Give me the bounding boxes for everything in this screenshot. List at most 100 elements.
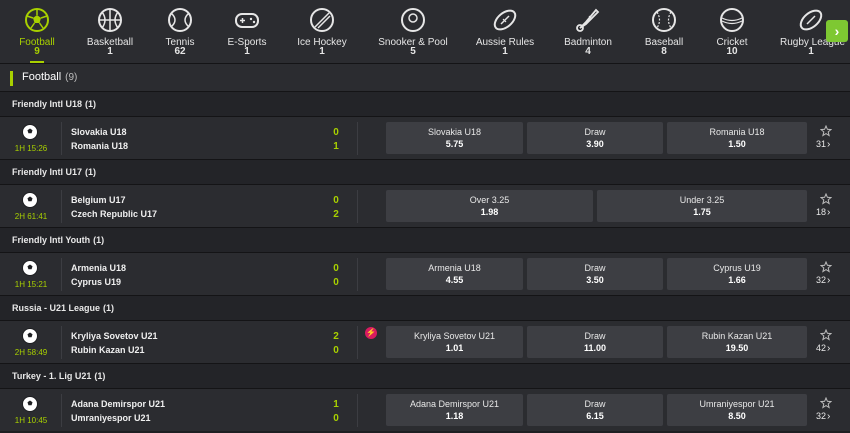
sport-tab-baseball[interactable]: Baseball 8 (638, 0, 690, 63)
sport-tab-count: 9 (34, 46, 40, 57)
sport-tab-aussie-rules[interactable]: Aussie Rules 1 (475, 0, 535, 63)
odds-button-draw[interactable]: Draw 6.15 (527, 394, 663, 426)
more-markets-link[interactable]: 32› (816, 275, 830, 286)
odds-button-home[interactable]: Adana Demirspor U21 1.18 (386, 394, 523, 426)
odds-button-away[interactable]: Rubin Kazan U21 19.50 (667, 326, 807, 358)
home-score: 0 (333, 263, 339, 274)
away-team: Czech Republic U17 (71, 209, 158, 219)
chevron-right-icon: › (827, 343, 831, 354)
home-score: 0 (333, 195, 339, 206)
sport-tab-count: 4 (585, 46, 591, 57)
odds-button-draw[interactable]: Draw 11.00 (527, 326, 663, 358)
away-score: 0 (333, 345, 339, 356)
odds-button-over[interactable]: Over 3.25 1.98 (386, 190, 593, 222)
favorite-star-icon[interactable] (820, 125, 832, 137)
league-name: Friendly Intl U17 (1) (12, 167, 97, 177)
league-header[interactable]: Turkey - 1. Lig U21 (1) (0, 363, 850, 388)
match-clock: 2H 58:49 (14, 348, 48, 357)
odds-button-away[interactable]: Romania U18 1.50 (667, 122, 807, 154)
home-score: 1 (333, 399, 339, 410)
chevron-right-icon: › (834, 23, 840, 39)
snooker-ball-icon (399, 6, 427, 34)
sport-tab-snooker-pool[interactable]: Snooker & Pool 5 (375, 0, 451, 63)
league-header[interactable]: Russia - U21 League (1) (0, 295, 850, 320)
odds-button-away[interactable]: Cyprus U19 1.66 (667, 258, 807, 290)
football-icon (23, 6, 51, 34)
sport-tab-count: 1 (244, 46, 250, 57)
ice-hockey-puck-icon (308, 6, 336, 34)
sport-tab-count: 10 (726, 46, 738, 57)
chevron-right-icon: › (827, 139, 831, 150)
sport-tab-count: 1 (502, 46, 508, 57)
sport-tab-ice-hockey[interactable]: Ice Hockey 1 (292, 0, 352, 63)
next-sports-button[interactable]: › (826, 20, 848, 42)
aussie-rules-ball-icon (491, 6, 519, 34)
divider (357, 326, 358, 359)
match-clock: 1H 15:21 (14, 280, 48, 289)
divider (357, 190, 358, 223)
away-score: 2 (333, 209, 339, 220)
odds-button-home[interactable]: Armenia U18 4.55 (386, 258, 523, 290)
divider (61, 326, 62, 359)
section-title: Football (9) (22, 71, 78, 83)
favorite-star-icon[interactable] (820, 397, 832, 409)
chevron-right-icon: › (827, 207, 831, 218)
league-name: Friendly Intl U18 (1) (12, 99, 97, 109)
favorite-star-icon[interactable] (820, 261, 832, 273)
cricket-ball-icon (718, 6, 746, 34)
shuttlecock-icon (574, 6, 602, 34)
home-team: Belgium U17 (71, 195, 126, 205)
odds-button-home[interactable]: Kryliya Sovetov U21 1.01 (386, 326, 523, 358)
home-team: Kryliya Sovetov U21 (71, 331, 158, 341)
live-flash-icon: ⚡ (365, 327, 377, 339)
match-row[interactable]: 1H 10:45 Adana Demirspor U21 Umraniyespo… (0, 388, 850, 431)
sport-tab-badminton[interactable]: Badminton 4 (560, 0, 616, 63)
football-icon (21, 395, 39, 413)
away-team: Cyprus U19 (71, 277, 122, 287)
home-team: Armenia U18 (71, 263, 127, 273)
sport-tab-count: 5 (410, 46, 416, 57)
more-markets-link[interactable]: 18› (816, 207, 830, 218)
odds-button-home[interactable]: Slovakia U18 5.75 (386, 122, 523, 154)
match-row[interactable]: 1H 15:21 Armenia U18 Cyprus U19 0 0 Arme… (0, 252, 850, 295)
league-header[interactable]: Friendly Intl U18 (1) (0, 91, 850, 116)
odds-button-away[interactable]: Umraniyespor U21 8.50 (667, 394, 807, 426)
divider (357, 394, 358, 427)
sport-tab-cricket[interactable]: Cricket 10 (708, 0, 756, 63)
more-markets-link[interactable]: 32› (816, 411, 830, 422)
odds-button-draw[interactable]: Draw 3.50 (527, 258, 663, 290)
football-icon (21, 259, 39, 277)
odds-button-draw[interactable]: Draw 3.90 (527, 122, 663, 154)
match-clock: 1H 15:26 (14, 144, 48, 153)
sport-tab-football[interactable]: Football 9 (10, 0, 64, 63)
divider (61, 258, 62, 291)
sport-tab-basketball[interactable]: Basketball 1 (82, 0, 138, 63)
home-score: 2 (333, 331, 339, 342)
more-markets-link[interactable]: 31› (816, 139, 830, 150)
section-accent-bar (10, 71, 13, 86)
league-header[interactable]: Friendly Intl Youth (1) (0, 227, 850, 252)
more-markets-link[interactable]: 42› (816, 343, 830, 354)
rugby-ball-icon (797, 6, 825, 34)
favorite-star-icon[interactable] (820, 193, 832, 205)
divider (357, 258, 358, 291)
league-header[interactable]: Friendly Intl U17 (1) (0, 159, 850, 184)
odds-button-under[interactable]: Under 3.25 1.75 (597, 190, 807, 222)
section-header: Football (9) (0, 63, 850, 91)
sport-tab-count: 62 (174, 46, 186, 57)
away-team: Umraniyespor U21 (71, 413, 151, 423)
match-row[interactable]: 2H 61:41 Belgium U17 Czech Republic U17 … (0, 184, 850, 227)
match-clock: 2H 61:41 (14, 212, 48, 221)
divider (357, 122, 358, 155)
sport-tab-tennis[interactable]: Tennis 62 (155, 0, 205, 63)
sports-tab-bar: Football 9 Basketball 1 Tennis 62 E-Spor… (0, 0, 850, 63)
sport-tab-esports[interactable]: E-Sports 1 (220, 0, 274, 63)
sport-tab-count: 8 (661, 46, 667, 57)
match-row[interactable]: 1H 15:26 Slovakia U18 Romania U18 0 1 Sl… (0, 116, 850, 159)
sport-tab-count: 1 (808, 46, 814, 57)
chevron-right-icon: › (827, 411, 831, 422)
football-icon (21, 327, 39, 345)
home-team: Slovakia U18 (71, 127, 127, 137)
match-row[interactable]: 2H 58:49 Kryliya Sovetov U21 Rubin Kazan… (0, 320, 850, 363)
favorite-star-icon[interactable] (820, 329, 832, 341)
